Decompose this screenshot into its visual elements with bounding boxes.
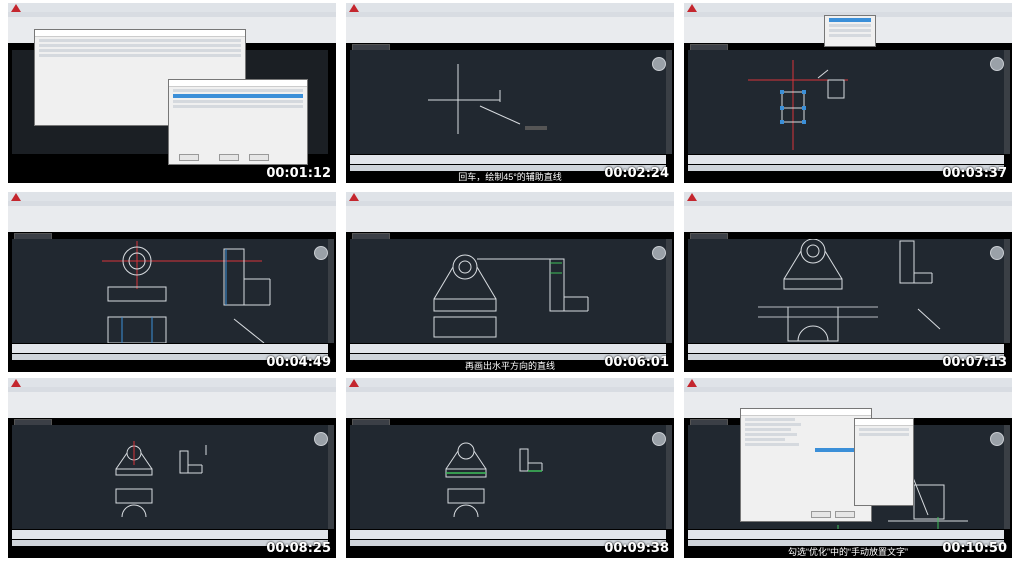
autocad-logo-icon [687,193,697,201]
video-thumbnail-5[interactable]: 再画出水平方向的直线 00:06:01 [346,192,674,372]
dimension-style-dialog [740,408,872,522]
vertical-scrollbar[interactable] [328,425,334,529]
autocad-logo-icon [687,4,697,12]
autocad-logo-icon [687,379,697,387]
timestamp: 00:06:01 [604,355,669,370]
video-thumbnail-9[interactable]: 勾选“优化”中的“手动放置文字” 00:10:50 [684,378,1012,558]
timestamp: 00:04:49 [266,355,331,370]
drawing-canvas [350,239,666,343]
timestamp: 00:01:12 [266,166,331,181]
title-bar [684,192,1012,201]
vertical-scrollbar[interactable] [666,50,672,154]
navigation-wheel-icon[interactable] [652,246,666,260]
autocad-logo-icon [11,379,21,387]
navigation-wheel-icon[interactable] [990,246,1004,260]
timestamp: 00:09:38 [604,541,669,556]
ribbon-tabs [346,201,674,206]
ribbon-tabs [8,201,336,206]
drawing-canvas [688,50,1004,154]
autocad-logo-icon [11,4,21,12]
command-line[interactable] [12,344,328,353]
command-line[interactable] [12,530,328,539]
title-bar [346,378,674,387]
drawing-canvas [688,239,1004,343]
vertical-scrollbar[interactable] [666,425,672,529]
navigation-wheel-icon[interactable] [314,246,328,260]
timestamp: 00:02:24 [604,166,669,181]
navigation-wheel-icon[interactable] [652,432,666,446]
navigation-wheel-icon[interactable] [990,432,1004,446]
video-thumbnail-7[interactable]: 00:08:25 [8,378,336,558]
layer-dropdown[interactable] [824,15,876,47]
command-line[interactable] [350,344,666,353]
drawing-canvas [350,425,666,529]
title-bar [8,3,336,12]
ribbon-tabs [8,387,336,392]
vertical-scrollbar[interactable] [1004,50,1010,154]
ribbon-tabs [346,387,674,392]
title-bar [346,192,674,201]
ribbon-tabs [346,12,674,17]
video-thumbnail-3[interactable]: 00:03:37 [684,3,1012,183]
autocad-logo-icon [11,193,21,201]
drawing-canvas [12,239,328,343]
navigation-wheel-icon[interactable] [314,432,328,446]
command-line[interactable] [688,344,1004,353]
vertical-scrollbar[interactable] [1004,239,1010,343]
ribbon-tabs [684,387,1012,392]
timestamp: 00:07:13 [942,355,1007,370]
navigation-wheel-icon[interactable] [652,57,666,71]
title-bar [346,3,674,12]
ribbon-tabs [8,12,336,17]
ribbon-tabs [684,201,1012,206]
title-bar [8,192,336,201]
title-bar [8,378,336,387]
video-thumbnail-4[interactable]: 00:04:49 [8,192,336,372]
vertical-scrollbar[interactable] [666,239,672,343]
video-thumbnail-8[interactable]: 00:09:38 [346,378,674,558]
video-thumbnail-1[interactable]: 00:01:12 [8,3,336,183]
navigation-wheel-icon[interactable] [990,57,1004,71]
dimension-style-manager [854,418,914,506]
vertical-scrollbar[interactable] [1004,425,1010,529]
autocad-logo-icon [349,4,359,12]
title-bar [684,378,1012,387]
command-line[interactable] [350,530,666,539]
vertical-scrollbar[interactable] [328,239,334,343]
drawing-canvas [12,425,328,529]
autocad-logo-icon [349,379,359,387]
command-line[interactable] [688,155,1004,164]
autocad-logo-icon [349,193,359,201]
timestamp: 00:08:25 [266,541,331,556]
drawing-canvas [350,50,666,154]
timestamp: 00:03:37 [942,166,1007,181]
timestamp: 00:10:50 [942,541,1007,556]
title-bar [684,3,1012,12]
select-linetype-dialog [168,79,308,165]
video-thumbnail-2[interactable]: 回车，绘制45°的辅助直线 00:02:24 [346,3,674,183]
command-line[interactable] [688,530,1004,539]
video-thumbnail-6[interactable]: 00:07:13 [684,192,1012,372]
command-line[interactable] [350,155,666,164]
